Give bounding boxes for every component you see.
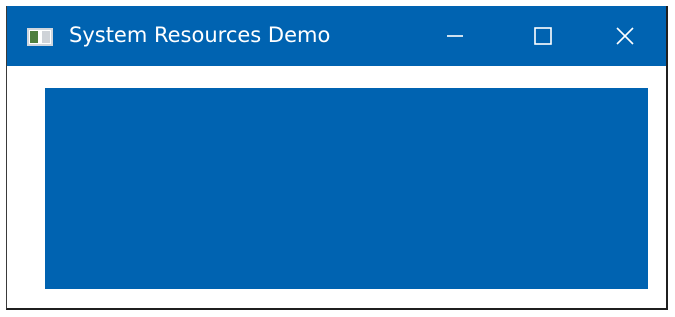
client-area [7, 66, 666, 308]
window-app-icon[interactable] [27, 28, 53, 46]
maximize-button[interactable] [499, 6, 587, 66]
maximize-icon [534, 27, 552, 45]
blue-content-panel [45, 88, 648, 289]
app-icon-right-pane [42, 31, 50, 43]
app-icon-left-pane [30, 31, 38, 43]
minimize-icon [447, 35, 463, 37]
title-bar[interactable]: System Resources Demo [7, 6, 666, 66]
window-title: System Resources Demo [69, 23, 331, 47]
close-icon [616, 27, 634, 45]
app-window: System Resources Demo [6, 6, 668, 310]
close-button[interactable] [581, 6, 669, 66]
minimize-button[interactable] [411, 6, 499, 66]
